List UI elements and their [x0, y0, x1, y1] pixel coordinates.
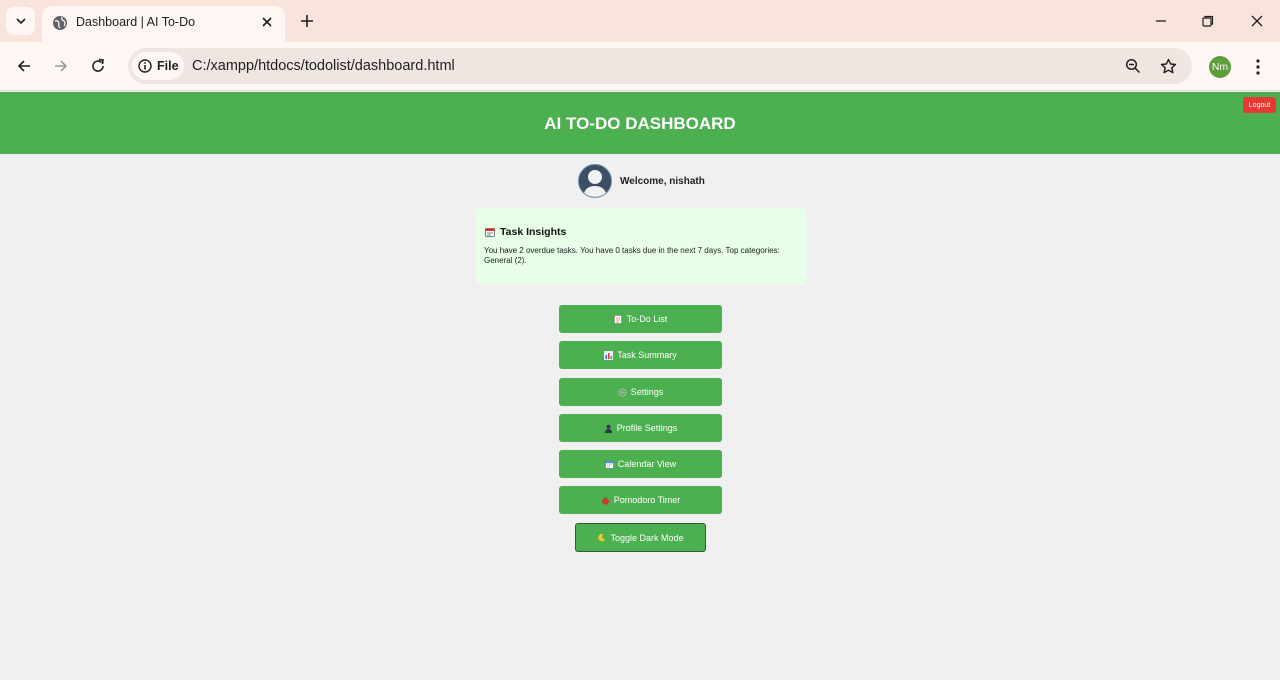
close-window-button[interactable]: [1247, 11, 1267, 31]
site-info-label: File: [157, 59, 179, 73]
arrow-right-icon: [55, 60, 68, 72]
logout-button[interactable]: Logout: [1243, 97, 1276, 113]
pomodoro-timer-label: Pomodoro Timer: [613, 495, 681, 505]
chevron-down-icon: [15, 18, 26, 25]
settings-button[interactable]: Settings: [559, 378, 722, 406]
forward-button[interactable]: [49, 54, 73, 78]
site-info-chip[interactable]: File: [132, 52, 184, 80]
tomato-icon: [601, 496, 610, 505]
restore-button[interactable]: [1198, 11, 1218, 31]
toggle-dark-mode-label: Toggle Dark Mode: [610, 532, 684, 543]
moon-icon: [597, 533, 606, 542]
restore-icon: [1202, 15, 1214, 27]
notepad-icon: [614, 314, 623, 324]
pomodoro-timer-button[interactable]: Pomodoro Timer: [559, 486, 722, 514]
reload-icon: [92, 58, 104, 72]
calendar-icon: [484, 227, 495, 238]
bookmark-button[interactable]: [1159, 57, 1177, 75]
task-insights-card: Task Insights You have 2 overdue tasks. …: [476, 208, 806, 284]
browser-tab-bar: Dashboard | AI To-Do: [0, 0, 1280, 42]
zoom-button[interactable]: [1124, 57, 1142, 75]
insights-heading: Task Insights: [484, 226, 798, 238]
settings-label: Settings: [630, 387, 664, 397]
welcome-section: Welcome, nishath: [578, 164, 705, 198]
user-icon: [604, 424, 613, 433]
close-icon: [1251, 15, 1263, 27]
insights-title: Task Insights: [500, 226, 567, 238]
task-summary-button[interactable]: Task Summary: [559, 341, 722, 369]
gear-icon: [618, 387, 627, 397]
info-icon: [138, 59, 152, 73]
dashboard-header: AI TO-DO DASHBOARD: [0, 92, 1280, 154]
toggle-dark-mode-button[interactable]: Toggle Dark Mode: [575, 523, 706, 552]
url-text[interactable]: C:/xampp/htdocs/todolist/dashboard.html: [192, 58, 455, 74]
reload-button[interactable]: [86, 54, 110, 78]
profile-avatar-button[interactable]: Nm: [1209, 56, 1231, 78]
calendar-view-label: Calendar View: [617, 459, 677, 469]
new-tab-button[interactable]: [297, 11, 317, 31]
tab-title: Dashboard | AI To-Do: [76, 15, 196, 29]
calendar-view-button[interactable]: Calendar View: [559, 450, 722, 478]
profile-settings-label: Profile Settings: [616, 423, 678, 433]
calendar-icon: [604, 460, 614, 469]
todo-list-button[interactable]: To-Do List: [559, 305, 722, 333]
insights-body: You have 2 overdue tasks. You have 0 tas…: [484, 246, 780, 265]
close-icon: [262, 17, 272, 27]
tab-search-button[interactable]: [6, 7, 35, 35]
welcome-text: Welcome, nishath: [620, 175, 705, 187]
plus-icon: [301, 15, 313, 27]
profile-settings-button[interactable]: Profile Settings: [559, 414, 722, 442]
back-button[interactable]: [12, 54, 36, 78]
minimize-icon: [1156, 20, 1166, 22]
more-vert-icon: [1256, 59, 1260, 75]
page-title: AI TO-DO DASHBOARD: [544, 114, 736, 133]
todo-list-label: To-Do List: [626, 314, 668, 324]
tab-close-button[interactable]: [259, 14, 275, 30]
browser-tab-active[interactable]: Dashboard | AI To-Do: [42, 6, 285, 42]
star-icon: [1160, 58, 1176, 73]
arrow-left-icon: [17, 60, 30, 72]
zoom-out-icon: [1125, 58, 1141, 74]
globe-icon: [53, 16, 67, 30]
bar-chart-icon: [604, 350, 614, 360]
minimize-button[interactable]: [1151, 11, 1171, 31]
browser-toolbar: File C:/xampp/htdocs/todolist/dashboard.…: [0, 42, 1280, 91]
address-bar[interactable]: File C:/xampp/htdocs/todolist/dashboard.…: [128, 48, 1192, 84]
task-summary-label: Task Summary: [617, 350, 677, 360]
avatar: [578, 164, 612, 198]
browser-menu-button[interactable]: [1250, 56, 1266, 78]
user-silhouette-icon: [582, 169, 607, 197]
